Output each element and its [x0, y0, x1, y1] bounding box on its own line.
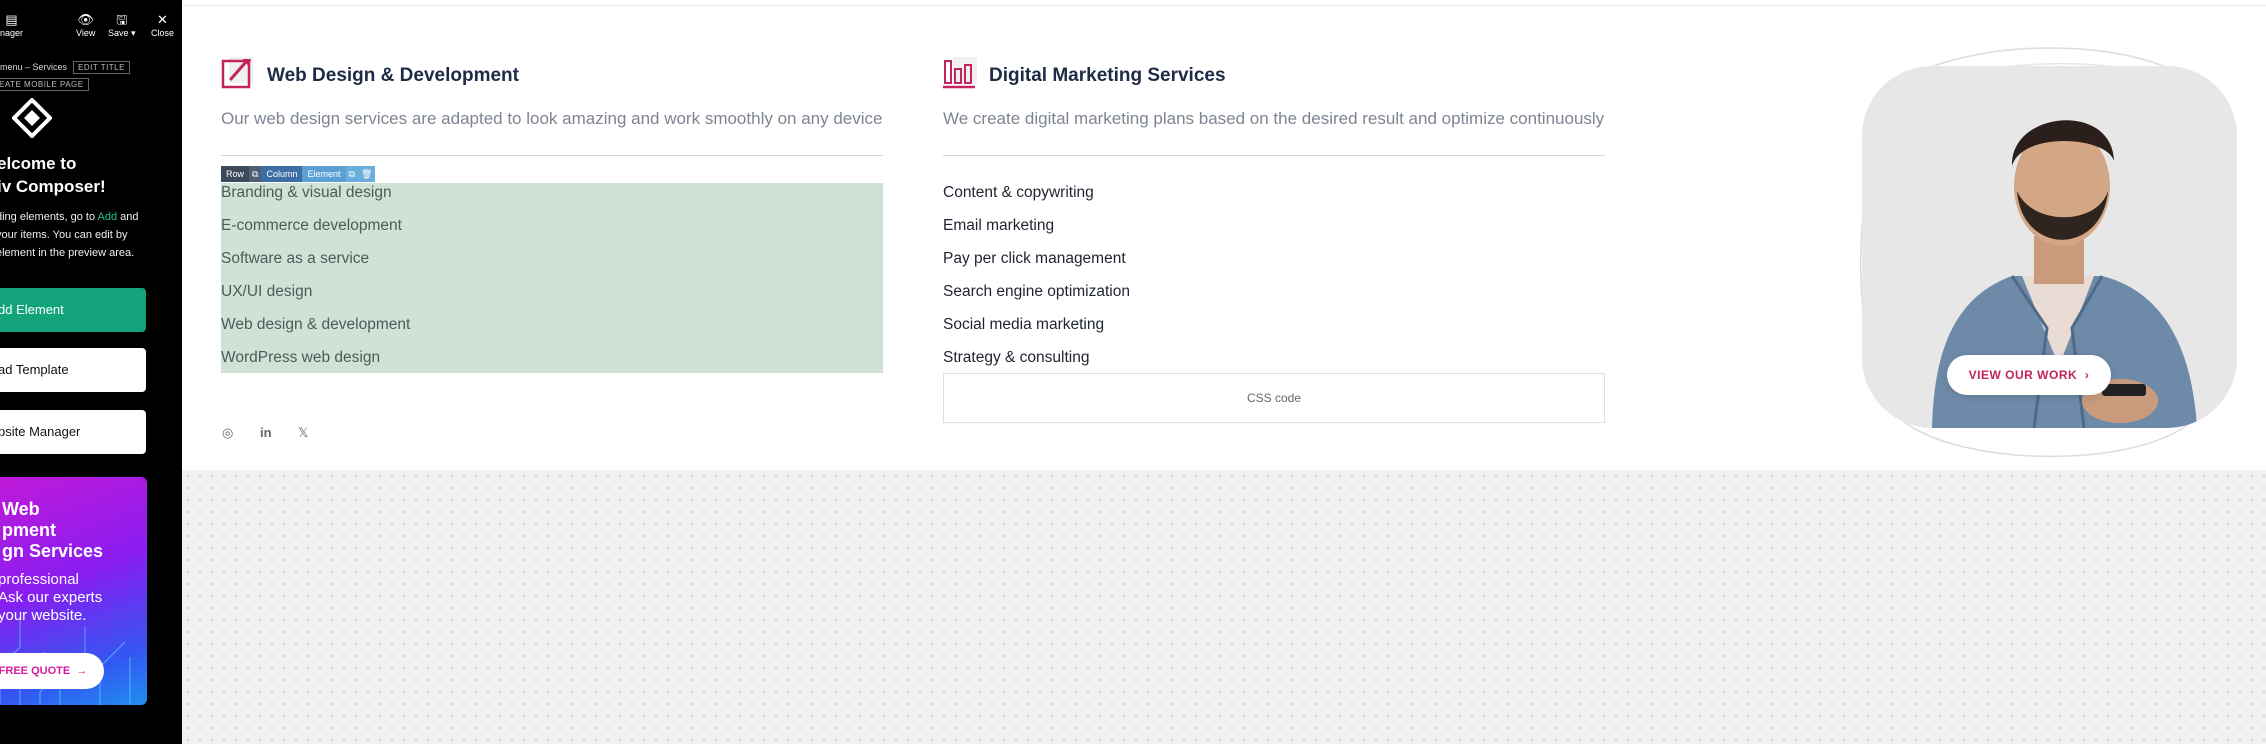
copy-element-icon[interactable]: ⧉	[345, 166, 358, 182]
divider	[943, 155, 1605, 156]
manager-button[interactable]: ▤ nager	[0, 12, 23, 38]
list-item[interactable]: Social media marketing	[943, 316, 1104, 334]
chevron-right-icon: ›	[2077, 368, 2090, 382]
grid-icon: ▤	[5, 12, 18, 27]
list-item[interactable]: Web design & development	[221, 316, 410, 334]
welcome-title: elcome to iv Composer!	[0, 154, 106, 196]
add-link[interactable]: Add	[98, 211, 118, 223]
x-twitter-icon[interactable]: 𝕏	[298, 425, 308, 441]
edit-title-button[interactable]: EDIT TITLE	[73, 61, 130, 74]
linkedin-icon[interactable]: in	[260, 425, 272, 440]
close-button[interactable]: ✕ Close	[151, 12, 174, 38]
css-code-element[interactable]: CSS code	[943, 373, 1605, 423]
editor-topbar: ▤ nager 👁 View 🖫 Save ▾ ✕ Close	[0, 0, 182, 44]
promo-description: professional Ask our experts your websit…	[0, 571, 103, 624]
editor-sidebar: ▤ nager 👁 View 🖫 Save ▾ ✕ Close menu – S…	[0, 0, 182, 744]
list-item[interactable]: Strategy & consulting	[943, 349, 1089, 367]
element-toolbar: Row ⧉ Column Element ⧉ 🗑	[221, 166, 376, 182]
page-breadcrumb: menu – Services EDIT TITLE	[0, 61, 130, 74]
top-divider	[182, 5, 2266, 6]
list-item[interactable]: Branding & visual design	[221, 184, 392, 202]
element-tool[interactable]: Element	[302, 166, 346, 182]
free-quote-button[interactable]: FREE QUOTE →	[0, 653, 104, 689]
save-button[interactable]: 🖫 Save ▾	[108, 12, 136, 39]
add-element-button[interactable]: dd Element	[0, 288, 146, 332]
list-item[interactable]: Search engine optimization	[943, 283, 1130, 301]
dotted-background-section	[182, 470, 2266, 744]
create-mobile-page-button[interactable]: EATE MOBILE PAGE	[0, 78, 89, 91]
eye-icon: 👁	[77, 12, 94, 27]
list-item[interactable]: Content & copywriting	[943, 184, 1094, 202]
web-design-title: Web Design & Development	[267, 65, 519, 86]
list-item[interactable]: UX/UI design	[221, 283, 312, 301]
paintbrush-icon	[221, 57, 253, 89]
composer-logo-icon	[12, 98, 52, 138]
list-item[interactable]: E-commerce development	[221, 217, 402, 235]
bar-chart-icon	[943, 57, 977, 89]
hero-image-card	[1842, 40, 2237, 460]
instagram-icon[interactable]: ◎	[222, 425, 233, 441]
list-item[interactable]: WordPress web design	[221, 349, 380, 367]
chevron-down-icon: ▾	[128, 28, 136, 38]
list-item[interactable]: Pay per click management	[943, 250, 1126, 268]
list-item[interactable]: Email marketing	[943, 217, 1054, 235]
digital-marketing-subtitle: We create digital marketing plans based …	[943, 109, 1605, 128]
web-design-list: Branding & visual design E-commerce deve…	[221, 183, 883, 373]
load-template-button[interactable]: ad Template	[0, 348, 146, 392]
trash-icon[interactable]: 🗑	[357, 166, 376, 182]
view-button[interactable]: 👁 View	[76, 12, 95, 38]
divider	[221, 155, 883, 156]
website-manager-button[interactable]: psite Manager	[0, 410, 146, 454]
close-icon: ✕	[157, 12, 168, 27]
digital-marketing-title: Digital Marketing Services	[989, 65, 1226, 86]
column-tool[interactable]: Column	[261, 166, 303, 182]
copy-row-icon[interactable]: ⧉	[249, 166, 262, 182]
promo-title: Web pment gn Services	[2, 499, 104, 561]
save-icon: 🖫	[116, 12, 128, 27]
preview-area: Web Design & Development Our web design …	[182, 0, 2266, 744]
row-tool[interactable]: Row	[221, 166, 250, 182]
arrow-right-icon: →	[70, 665, 88, 677]
welcome-description: ding elements, go to Add and your items.…	[0, 211, 139, 259]
digital-marketing-list: Content & copywriting Email marketing Pa…	[943, 183, 1605, 373]
view-our-work-button[interactable]: VIEW OUR WORK ›	[1947, 355, 2111, 395]
web-design-subtitle: Our web design services are adapted to l…	[221, 109, 883, 128]
promo-banner: Web pment gn Services professional Ask o…	[0, 477, 147, 705]
list-item[interactable]: Software as a service	[221, 250, 369, 268]
